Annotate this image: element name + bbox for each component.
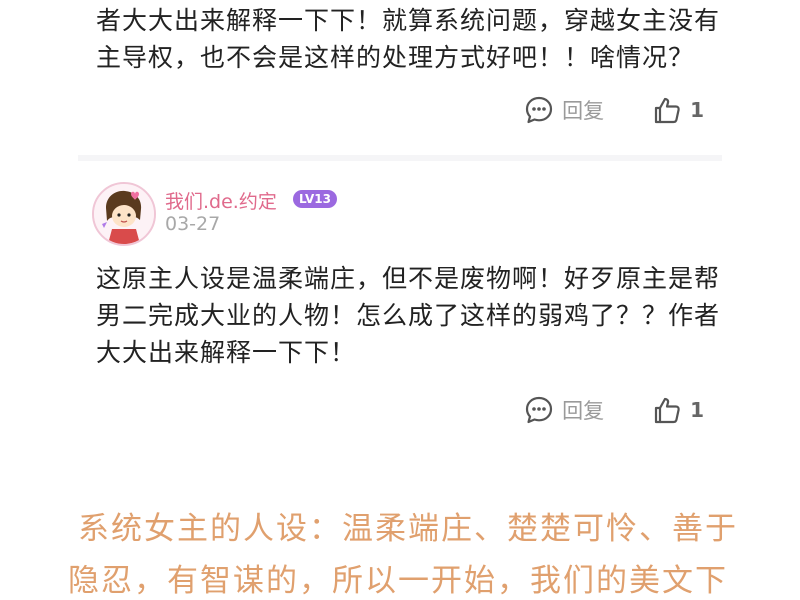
- username[interactable]: 我们.de.约定: [165, 187, 277, 214]
- comment-actions: 回复 1: [524, 395, 704, 425]
- comment-date: 03-27: [165, 213, 221, 235]
- avatar-illustration: [94, 184, 154, 244]
- avatar[interactable]: [92, 182, 156, 246]
- comment-text-line: 这原主人设是温柔端庄，但不是废物啊！好歹原主是帮: [96, 264, 721, 293]
- like-count: 1: [690, 98, 704, 122]
- level-badge: LV13: [293, 190, 337, 208]
- comment-bubble-icon: [525, 96, 553, 124]
- comment-text: 者大大出来解释一下下！就算系统问题，穿越女主没有 主导权，也不会是这样的处理方式…: [96, 2, 720, 76]
- comment-text-line: 主导权，也不会是这样的处理方式好吧！！啥情况？: [96, 43, 695, 72]
- comment-card-2: 这原主人设是温柔端庄，但不是废物啊！好歹原主是帮 男二完成大业的人物！怎么成了这…: [78, 258, 722, 438]
- comment-card-1: 者大大出来解释一下下！就算系统问题，穿越女主没有 主导权，也不会是这样的处理方式…: [78, 0, 722, 150]
- comment-text: 这原主人设是温柔端庄，但不是废物啊！好歹原主是帮 男二完成大业的人物！怎么成了这…: [96, 260, 720, 371]
- reply-button[interactable]: 回复: [524, 395, 604, 425]
- thumbs-up-icon: [654, 97, 680, 124]
- comment-actions: 回复 1: [524, 95, 704, 125]
- reply-label: 回复: [562, 399, 605, 423]
- comment-text-line: 者大大出来解释一下下！就算系统问题，穿越女主没有: [96, 6, 721, 35]
- like-count: 1: [690, 398, 704, 422]
- reply-button[interactable]: 回复: [524, 95, 604, 125]
- comment-bubble-icon: [525, 396, 553, 424]
- thumbs-up-icon: [654, 397, 680, 424]
- article-caption-line: 系统女主的人设：温柔端庄、楚楚可怜、善于: [78, 511, 738, 547]
- comment-text-line: 男二完成大业的人物！怎么成了这样的弱鸡了？？作者: [96, 301, 721, 330]
- article-caption-line: 隐忍，有智谋的，所以一开始，我们的美文下: [68, 563, 728, 599]
- divider: [78, 155, 722, 161]
- reply-label: 回复: [562, 99, 605, 123]
- comment-text-line: 大大出来解释一下下！: [96, 338, 357, 367]
- like-button[interactable]: 1: [652, 395, 704, 425]
- like-button[interactable]: 1: [652, 95, 704, 125]
